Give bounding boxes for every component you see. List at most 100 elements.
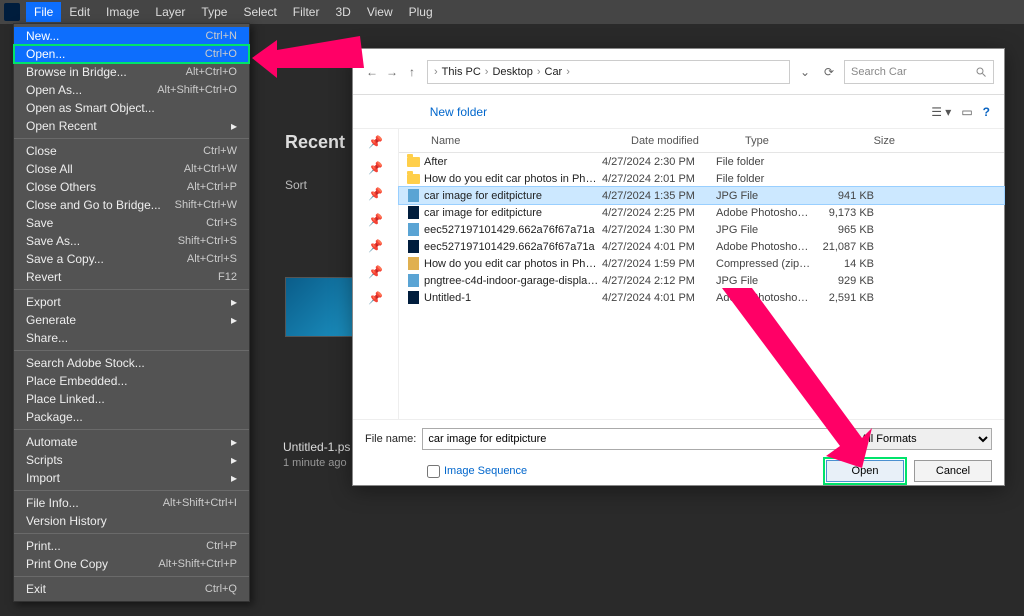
new-folder-link[interactable]: New folder (430, 105, 487, 119)
recent-heading: Recent (285, 132, 345, 153)
search-input[interactable]: Search Car (844, 60, 994, 84)
folder-icon (405, 172, 421, 186)
pin-icon[interactable]: 📌 (353, 259, 398, 285)
file-menu-item[interactable]: RevertF12 (14, 268, 249, 286)
pin-icon[interactable]: 📌 (353, 285, 398, 311)
file-menu-item[interactable]: New...Ctrl+N (14, 27, 249, 45)
menu-type[interactable]: Type (193, 2, 235, 22)
menu-view[interactable]: View (359, 2, 401, 22)
file-menu-item[interactable]: Close and Go to Bridge...Shift+Ctrl+W (14, 196, 249, 214)
sort-label[interactable]: Sort (285, 178, 307, 192)
file-menu-item[interactable]: Automate▸ (14, 433, 249, 451)
photoshop-logo-icon (4, 3, 20, 21)
file-name-label: File name: (365, 433, 416, 445)
psd-icon (405, 291, 421, 305)
menu-edit[interactable]: Edit (61, 2, 98, 22)
pin-icon[interactable]: 📌 (353, 233, 398, 259)
psd-icon (405, 240, 421, 254)
file-menu-item[interactable]: Share... (14, 329, 249, 347)
file-row[interactable]: After4/27/2024 2:30 PMFile folder (399, 153, 1004, 170)
file-menu-item[interactable]: Save a Copy...Alt+Ctrl+S (14, 250, 249, 268)
file-menu-item[interactable]: Open as Smart Object... (14, 99, 249, 117)
menu-plug[interactable]: Plug (401, 2, 441, 22)
file-row[interactable]: eec527197101429.662a76f67a71a4/27/2024 4… (399, 238, 1004, 255)
pin-icon[interactable]: 📌 (353, 207, 398, 233)
pin-icon[interactable]: 📌 (353, 155, 398, 181)
file-menu-item[interactable]: Browse in Bridge...Alt+Ctrl+O (14, 63, 249, 81)
menu-select[interactable]: Select (235, 2, 284, 22)
file-row[interactable]: How do you edit car photos in Photoshop4… (399, 255, 1004, 272)
dialog-toolbar: Organize New folder ☰ ▾ ▭ ? (353, 95, 1004, 129)
zip-icon (405, 257, 421, 271)
breadcrumb-segment[interactable]: Desktop (492, 66, 532, 78)
col-size[interactable]: Size (833, 135, 903, 147)
pin-icon[interactable]: 📌 (353, 129, 398, 155)
breadcrumb-segment[interactable]: This PC (442, 66, 481, 78)
dropdown-history-icon[interactable]: ⌄ (796, 63, 814, 81)
file-list: Name Date modified Type Size After4/27/2… (399, 129, 1004, 419)
col-type[interactable]: Type (737, 135, 833, 147)
col-date[interactable]: Date modified (623, 135, 737, 147)
file-menu-item[interactable]: Open As...Alt+Shift+Ctrl+O (14, 81, 249, 99)
image-sequence-checkbox[interactable] (427, 465, 440, 478)
dialog-addressbar: ← → ↑ ›This PC›Desktop›Car› ⌄ ⟳ Search C… (353, 49, 1004, 95)
preview-pane-icon[interactable]: ▭ (961, 105, 972, 119)
photoshop-menubar: FileEditImageLayerTypeSelectFilter3DView… (0, 0, 1024, 24)
img-icon (405, 274, 421, 288)
file-menu-item[interactable]: File Info...Alt+Shift+Ctrl+I (14, 494, 249, 512)
format-select[interactable]: All Formats (852, 428, 992, 450)
menu-file[interactable]: File (26, 2, 61, 22)
file-row[interactable]: How do you edit car photos in Photoshop4… (399, 170, 1004, 187)
file-menu-item[interactable]: Open...Ctrl+O (14, 45, 249, 63)
col-name[interactable]: Name (423, 135, 623, 147)
dialog-quickaccess-pins: 📌 📌 📌 📌 📌 📌 📌 (353, 129, 399, 419)
psd-icon (405, 206, 421, 220)
file-menu-item[interactable]: Print...Ctrl+P (14, 537, 249, 555)
file-row[interactable]: Untitled-14/27/2024 4:01 PMAdobe Photosh… (399, 289, 1004, 306)
file-menu-item[interactable]: CloseCtrl+W (14, 142, 249, 160)
file-list-header: Name Date modified Type Size (399, 129, 1004, 153)
file-row[interactable]: car image for editpicture4/27/2024 1:35 … (399, 187, 1004, 204)
thumb-filename: Untitled-1.ps (283, 440, 350, 454)
breadcrumb-segment[interactable]: Car (545, 66, 563, 78)
file-menu-item[interactable]: ExitCtrl+Q (14, 580, 249, 598)
thumb-time: 1 minute ago (283, 457, 347, 469)
search-placeholder: Search Car (851, 66, 907, 78)
file-menu-item[interactable]: Close OthersAlt+Ctrl+P (14, 178, 249, 196)
file-menu-item[interactable]: Close AllAlt+Ctrl+W (14, 160, 249, 178)
file-row[interactable]: car image for editpicture4/27/2024 2:25 … (399, 204, 1004, 221)
menu-3d[interactable]: 3D (327, 2, 358, 22)
recent-thumbnail[interactable] (285, 277, 353, 337)
file-row[interactable]: pngtree-c4d-indoor-garage-display-car-..… (399, 272, 1004, 289)
menu-image[interactable]: Image (98, 2, 147, 22)
file-menu-item[interactable]: Place Linked... (14, 390, 249, 408)
file-menu-item[interactable]: Place Embedded... (14, 372, 249, 390)
refresh-icon[interactable]: ⟳ (820, 63, 838, 81)
file-menu-item[interactable]: Save As...Shift+Ctrl+S (14, 232, 249, 250)
dialog-footer: File name: All Formats Image Sequence Op… (353, 419, 1004, 492)
file-menu-item[interactable]: Export▸ (14, 293, 249, 311)
file-menu-item[interactable]: Import▸ (14, 469, 249, 487)
file-menu-item[interactable]: Generate▸ (14, 311, 249, 329)
file-menu-item[interactable]: Open Recent▸ (14, 117, 249, 135)
folder-icon (405, 155, 421, 169)
open-file-dialog: ← → ↑ ›This PC›Desktop›Car› ⌄ ⟳ Search C… (352, 48, 1005, 486)
file-menu-item[interactable]: SaveCtrl+S (14, 214, 249, 232)
nav-up-icon[interactable]: ↑ (403, 63, 421, 81)
file-menu-item[interactable]: Print One CopyAlt+Shift+Ctrl+P (14, 555, 249, 573)
file-menu-item[interactable]: Search Adobe Stock... (14, 354, 249, 372)
img-icon (405, 189, 421, 203)
help-icon[interactable]: ? (983, 105, 990, 119)
file-row[interactable]: eec527197101429.662a76f67a71a4/27/2024 1… (399, 221, 1004, 238)
file-menu-item[interactable]: Version History (14, 512, 249, 530)
menu-layer[interactable]: Layer (147, 2, 193, 22)
pin-icon[interactable]: 📌 (353, 181, 398, 207)
file-menu-dropdown: New...Ctrl+NOpen...Ctrl+OBrowse in Bridg… (13, 23, 250, 602)
view-options-icon[interactable]: ☰ ▾ (931, 105, 951, 119)
file-menu-item[interactable]: Package... (14, 408, 249, 426)
menu-filter[interactable]: Filter (285, 2, 328, 22)
cancel-button[interactable]: Cancel (914, 460, 992, 482)
breadcrumb[interactable]: ›This PC›Desktop›Car› (427, 60, 790, 84)
file-menu-item[interactable]: Scripts▸ (14, 451, 249, 469)
nav-fwd-icon[interactable]: → (383, 63, 401, 81)
